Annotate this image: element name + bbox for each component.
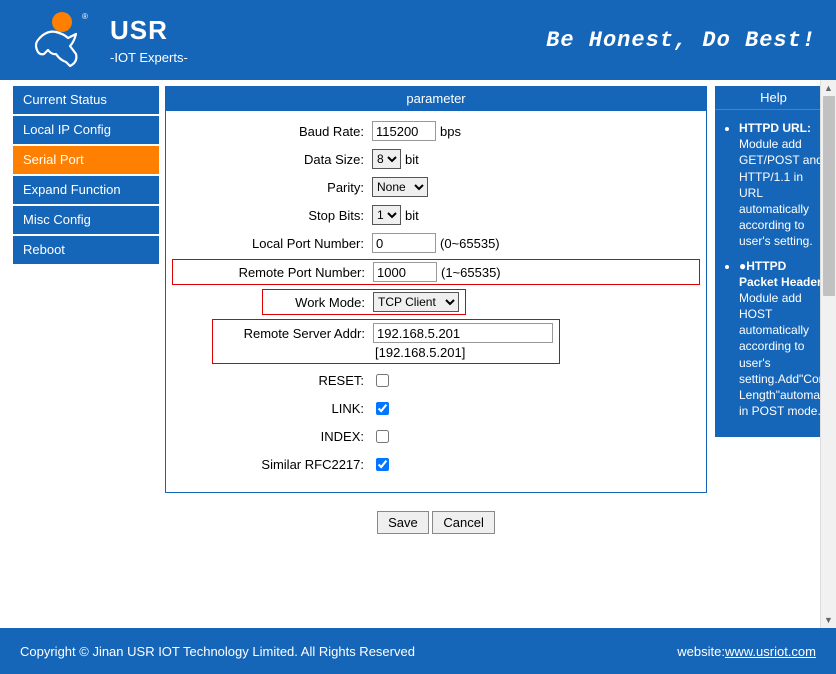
local-port-input[interactable] xyxy=(372,233,436,253)
sidebar-item-current-status[interactable]: Current Status xyxy=(13,86,159,114)
local-port-hint: (0~65535) xyxy=(440,236,500,251)
rfc2217-label: Similar RFC2217: xyxy=(172,457,372,472)
button-row: Save Cancel xyxy=(165,511,707,534)
help-item-heading: ●HTTPD Packet Header: xyxy=(739,259,826,289)
help-item-text: Module add GET/POST and HTTP/1.1 in URL … xyxy=(739,137,823,248)
link-label: LINK: xyxy=(172,401,372,416)
brand-block: USR -IOT Experts- xyxy=(110,15,188,66)
sidebar-item-reboot[interactable]: Reboot xyxy=(13,236,159,264)
help-body: HTTPD URL: Module add GET/POST and HTTP/… xyxy=(715,110,832,437)
main-area: Current Status Local IP Config Serial Po… xyxy=(0,80,836,628)
copyright: Copyright © Jinan USR IOT Technology Lim… xyxy=(20,644,415,659)
baud-rate-input[interactable] xyxy=(372,121,436,141)
reset-checkbox[interactable] xyxy=(376,374,389,387)
sidebar-item-misc-config[interactable]: Misc Config xyxy=(13,206,159,234)
brand-name: USR xyxy=(110,15,188,46)
local-port-label: Local Port Number: xyxy=(172,236,372,251)
website-link[interactable]: www.usriot.com xyxy=(725,644,816,659)
work-mode-label: Work Mode: xyxy=(265,295,373,310)
scroll-down-icon[interactable]: ▼ xyxy=(821,612,836,628)
form-body: Baud Rate: bps Data Size: 8 bit Parity: xyxy=(166,111,706,492)
svg-text:®: ® xyxy=(82,12,88,21)
link-checkbox[interactable] xyxy=(376,402,389,415)
website-block: website:www.usriot.com xyxy=(677,644,816,659)
sidebar: Current Status Local IP Config Serial Po… xyxy=(0,80,159,628)
parity-label: Parity: xyxy=(172,180,372,195)
stop-bits-select[interactable]: 1 xyxy=(372,205,401,225)
help-title: Help xyxy=(715,86,832,110)
help-item-heading: HTTPD URL: xyxy=(739,121,811,135)
scrollbar-thumb[interactable] xyxy=(823,96,835,296)
remote-port-label: Remote Port Number: xyxy=(175,265,373,280)
data-size-label: Data Size: xyxy=(172,152,372,167)
remote-port-highlight: Remote Port Number: (1~65535) xyxy=(172,259,700,285)
index-label: INDEX: xyxy=(172,429,372,444)
logo-icon: ® xyxy=(20,10,92,70)
stop-bits-label: Stop Bits: xyxy=(172,208,372,223)
reset-label: RESET: xyxy=(172,373,372,388)
help-panel: Help HTTPD URL: Module add GET/POST and … xyxy=(715,86,832,437)
panel-title: parameter xyxy=(166,87,706,111)
remote-addr-input[interactable] xyxy=(373,323,553,343)
work-mode-highlight: Work Mode: TCP Client xyxy=(262,289,466,315)
scrollbar[interactable]: ▲ ▼ xyxy=(820,80,836,628)
center-column: parameter Baud Rate: bps Data Size: 8 bi… xyxy=(159,80,711,628)
index-checkbox[interactable] xyxy=(376,430,389,443)
right-column: Help HTTPD URL: Module add GET/POST and … xyxy=(711,80,836,628)
logo: ® USR -IOT Experts- xyxy=(20,10,188,70)
parity-select[interactable]: None xyxy=(372,177,428,197)
stop-bits-unit: bit xyxy=(405,208,419,223)
remote-addr-label: Remote Server Addr: xyxy=(215,326,373,341)
header: ® USR -IOT Experts- Be Honest, Do Best! xyxy=(0,0,836,80)
parameter-panel: parameter Baud Rate: bps Data Size: 8 bi… xyxy=(165,86,707,493)
data-size-select[interactable]: 8 xyxy=(372,149,401,169)
work-mode-select[interactable]: TCP Client xyxy=(373,292,459,312)
rfc2217-checkbox[interactable] xyxy=(376,458,389,471)
remote-addr-highlight: Remote Server Addr: [192.168.5.201] xyxy=(212,319,560,364)
sidebar-item-expand-function[interactable]: Expand Function xyxy=(13,176,159,204)
sidebar-item-local-ip-config[interactable]: Local IP Config xyxy=(13,116,159,144)
footer: Copyright © Jinan USR IOT Technology Lim… xyxy=(0,628,836,674)
remote-port-hint: (1~65535) xyxy=(441,265,501,280)
brand-subtitle: -IOT Experts- xyxy=(110,50,188,66)
data-size-unit: bit xyxy=(405,152,419,167)
cancel-button[interactable]: Cancel xyxy=(432,511,494,534)
slogan: Be Honest, Do Best! xyxy=(546,28,816,53)
website-label: website: xyxy=(677,644,725,659)
remote-addr-resolved: [192.168.5.201] xyxy=(373,345,465,360)
remote-port-input[interactable] xyxy=(373,262,437,282)
baud-rate-label: Baud Rate: xyxy=(172,124,372,139)
baud-rate-unit: bps xyxy=(440,124,461,139)
sidebar-item-serial-port[interactable]: Serial Port xyxy=(13,146,159,174)
save-button[interactable]: Save xyxy=(377,511,429,534)
scroll-up-icon[interactable]: ▲ xyxy=(821,80,836,96)
